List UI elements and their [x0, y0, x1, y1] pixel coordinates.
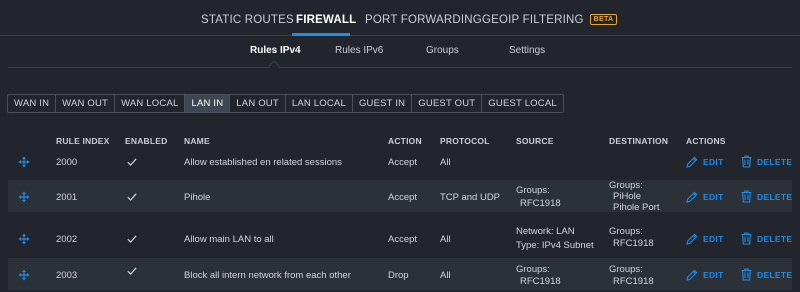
rule-destination-line1: Groups: [609, 264, 643, 275]
header-destination[interactable]: DESTINATION [609, 136, 668, 146]
delete-button[interactable]: DELETE [741, 232, 792, 245]
delete-button[interactable]: DELETE [741, 190, 792, 203]
rule-index: 2000 [56, 157, 78, 168]
pencil-icon [686, 191, 698, 203]
edit-label: EDIT [703, 234, 724, 244]
rule-source-line2: Type: IPv4 Subnet [516, 240, 594, 251]
tab-rules-ipv6[interactable]: Rules IPv6 [335, 45, 383, 56]
rule-name: Pihole [184, 192, 211, 203]
table-row: 2003 Block all intern network from each … [8, 258, 792, 290]
edit-label: EDIT [703, 270, 724, 280]
header-protocol[interactable]: PROTOCOL [440, 136, 490, 146]
rule-protocol: All [440, 270, 451, 281]
move-icon[interactable] [18, 156, 30, 168]
rule-source-line1: Network: LAN [516, 226, 575, 237]
edit-label: EDIT [703, 157, 724, 167]
header-action[interactable]: ACTION [388, 136, 422, 146]
rule-protocol: All [440, 157, 451, 168]
rule-protocol: TCP and UDP [440, 192, 501, 203]
delete-button[interactable]: DELETE [741, 155, 792, 168]
rule-source-line1: Groups: [516, 185, 550, 196]
rule-name: Block all intern network from each other [184, 270, 351, 281]
check-icon [127, 158, 137, 166]
check-icon [127, 193, 137, 201]
rule-name: Allow established en related sessions [184, 157, 342, 168]
delete-button[interactable]: DELETE [741, 268, 792, 281]
rule-destination-line2: RFC1918 [613, 276, 654, 287]
rule-source-line2: RFC1918 [520, 276, 561, 287]
rule-action: Drop [388, 270, 409, 281]
rule-set-guest-in[interactable]: GUEST IN [353, 95, 413, 112]
rule-set-wan-in[interactable]: WAN IN [8, 95, 57, 112]
edit-label: EDIT [703, 192, 724, 202]
table-row: 2001 Pihole Accept TCP and UDP Groups: R… [8, 180, 792, 213]
rule-set-selector: WAN IN WAN OUT WAN LOCAL LAN IN LAN OUT … [7, 94, 564, 113]
tab-settings[interactable]: Settings [509, 45, 545, 56]
delete-label: DELETE [757, 156, 793, 167]
rule-name: Allow main LAN to all [184, 234, 274, 245]
sub-nav: Rules IPv4 Rules IPv6 Groups Settings [8, 36, 792, 72]
rule-protocol: All [440, 234, 451, 245]
rule-index: 2001 [56, 192, 78, 203]
tab-groups[interactable]: Groups [426, 45, 459, 56]
rule-destination-line1: Groups: [609, 226, 643, 237]
table-row: 2000 Allow established en related sessio… [8, 146, 792, 178]
trash-icon [741, 155, 752, 168]
tab-static-routes[interactable]: STATIC ROUTES [201, 14, 294, 26]
tab-geoip-filtering-label: GEOIP FILTERING [482, 14, 584, 26]
rule-source-line2: RFC1918 [520, 198, 561, 209]
rule-set-lan-in[interactable]: LAN IN [185, 95, 231, 112]
move-icon[interactable] [18, 191, 30, 203]
delete-label: DELETE [757, 269, 793, 280]
rule-set-guest-out[interactable]: GUEST OUT [412, 95, 483, 112]
edit-button[interactable]: EDIT [686, 156, 724, 168]
rule-set-wan-local[interactable]: WAN LOCAL [115, 95, 186, 112]
rule-set-guest-local[interactable]: GUEST LOCAL [482, 95, 563, 112]
trash-icon [741, 232, 752, 245]
rule-source-line1: Groups: [516, 264, 550, 275]
header-source[interactable]: SOURCE [516, 136, 554, 146]
pencil-icon [686, 156, 698, 168]
pencil-icon [686, 233, 698, 245]
active-subtab-caret [268, 60, 280, 72]
rule-index: 2002 [56, 234, 78, 245]
tab-geoip-filtering[interactable]: GEOIP FILTERING BETA [482, 14, 618, 26]
edit-button[interactable]: EDIT [686, 269, 724, 281]
trash-icon [741, 190, 752, 203]
move-icon[interactable] [18, 269, 30, 281]
rule-action: Accept [388, 234, 418, 245]
header-rule-index[interactable]: RULE INDEX [56, 136, 109, 146]
rule-destination-line3: Pihole Port [613, 202, 660, 213]
delete-label: DELETE [757, 191, 793, 202]
check-icon [127, 235, 137, 243]
delete-label: DELETE [757, 233, 793, 244]
move-icon[interactable] [18, 233, 30, 245]
rule-index: 2003 [56, 270, 78, 281]
trash-icon [741, 268, 752, 281]
rule-set-lan-out[interactable]: LAN OUT [230, 95, 286, 112]
rule-action: Accept [388, 192, 418, 203]
rule-set-lan-local[interactable]: LAN LOCAL [286, 95, 353, 112]
check-icon [127, 267, 137, 275]
rule-action: Accept [388, 157, 418, 168]
header-name[interactable]: NAME [184, 136, 210, 146]
edit-button[interactable]: EDIT [686, 233, 724, 245]
edit-button[interactable]: EDIT [686, 191, 724, 203]
table-row: 2002 Allow main LAN to all Accept All Ne… [8, 222, 792, 254]
rule-destination-line2: RFC1918 [613, 238, 654, 249]
top-nav: STATIC ROUTES FIREWALL PORT FORWARDING G… [0, 0, 800, 36]
beta-badge: BETA [589, 14, 618, 25]
pencil-icon [686, 269, 698, 281]
header-enabled[interactable]: ENABLED [125, 136, 168, 146]
rule-set-wan-out[interactable]: WAN OUT [56, 95, 116, 112]
tab-firewall[interactable]: FIREWALL [296, 14, 356, 26]
header-actions: ACTIONS [686, 136, 726, 146]
tab-rules-ipv4[interactable]: Rules IPv4 [250, 45, 301, 56]
tab-port-forwarding[interactable]: PORT FORWARDING [365, 14, 482, 26]
